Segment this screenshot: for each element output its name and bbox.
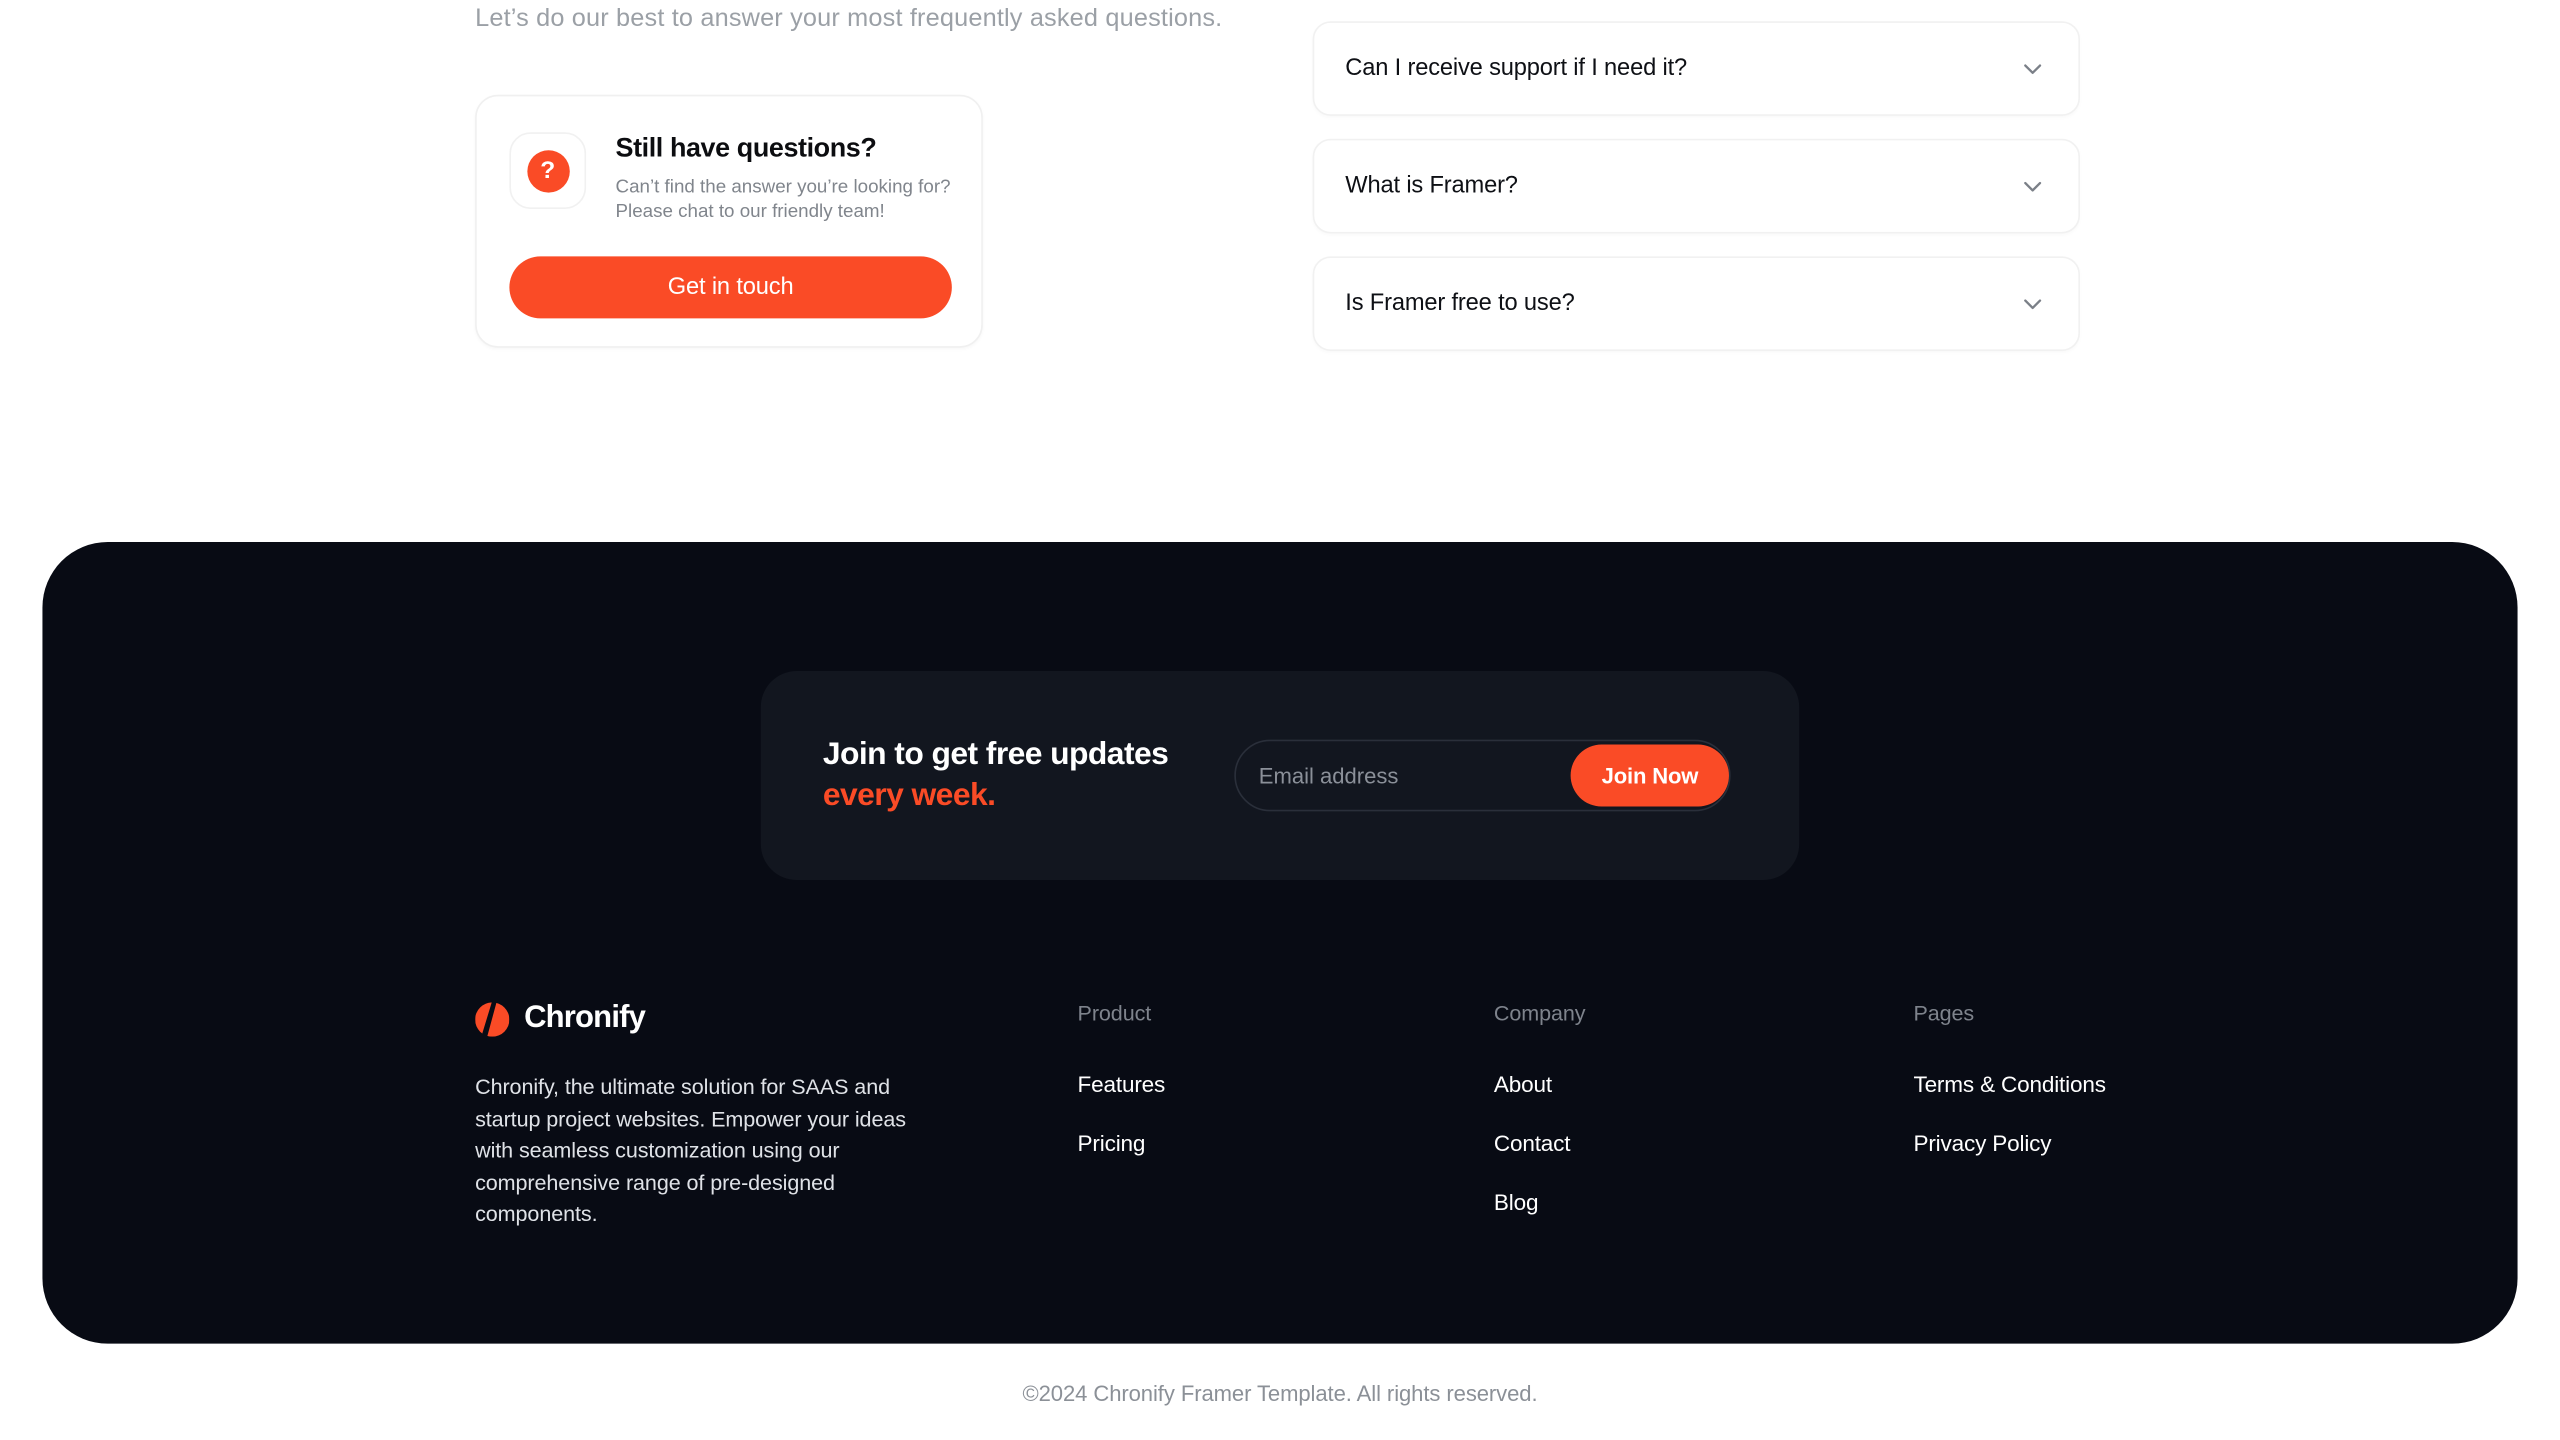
- copyright-text: ©2024 Chronify Framer Template. All righ…: [1022, 1381, 1538, 1406]
- newsletter-title: Join to get free updates every week.: [822, 735, 1169, 817]
- support-card-subtitle-line2: Please chat to our friendly team!: [615, 202, 885, 223]
- support-card-subtitle-line1: Can’t find the answer you’re looking for…: [615, 177, 951, 198]
- footer-column-pages: Pages Terms & Conditions Privacy Policy: [1913, 1000, 2106, 1156]
- faq-accordion: Can I receive support if I need it? What…: [1312, 21, 2080, 374]
- faq-intro-text: Let’s do our best to answer your most fr…: [475, 4, 1223, 33]
- newsletter-card: Join to get free updates every week. Joi…: [760, 671, 1800, 880]
- footer-link-about[interactable]: About: [1494, 1073, 1586, 1097]
- support-card-header: ? Still have questions? Can’t find the a…: [509, 132, 951, 225]
- get-in-touch-button[interactable]: Get in touch: [509, 256, 952, 319]
- newsletter-title-line2: every week.: [822, 777, 996, 814]
- newsletter-title-line1: Join to get free updates: [822, 736, 1169, 773]
- footer-link-contact[interactable]: Contact: [1494, 1131, 1586, 1155]
- footer-brand-description: Chronify, the ultimate solution for SAAS…: [475, 1074, 906, 1227]
- footer-logo-row[interactable]: Chronify: [475, 1001, 908, 1037]
- email-input[interactable]: [1235, 742, 1571, 809]
- join-now-button[interactable]: Join Now: [1570, 744, 1730, 807]
- page-root: Let’s do our best to answer your most fr…: [0, 0, 2560, 1440]
- newsletter-form: Join Now: [1234, 739, 1731, 812]
- still-have-questions-card: ? Still have questions? Can’t find the a…: [475, 94, 983, 348]
- question-icon-frame: ?: [509, 132, 587, 209]
- footer-panel: Join to get free updates every week. Joi…: [42, 542, 2518, 1344]
- chevron-down-icon[interactable]: [2018, 54, 2047, 83]
- footer-link-features[interactable]: Features: [1078, 1073, 1166, 1097]
- footer-link-blog[interactable]: Blog: [1494, 1190, 1586, 1214]
- footer-column-heading: Company: [1493, 1000, 1586, 1026]
- footer-brand-name: Chronify: [524, 1000, 646, 1036]
- faq-item[interactable]: Can I receive support if I need it?: [1312, 21, 2080, 116]
- footer-column-product: Product Features Pricing: [1078, 1001, 1166, 1156]
- faq-question-label: What is Framer?: [1345, 173, 1518, 200]
- faq-question-label: Can I receive support if I need it?: [1345, 55, 1688, 82]
- footer-brand: Chronify Chronify, the ultimate solution…: [475, 1001, 908, 1230]
- support-card-title: Still have questions?: [615, 133, 877, 164]
- faq-item[interactable]: What is Framer?: [1312, 138, 2080, 234]
- faq-item[interactable]: Is Framer free to use?: [1312, 256, 2080, 352]
- footer-column-heading: Product: [1077, 1000, 1152, 1026]
- faq-question-label: Is Framer free to use?: [1345, 290, 1575, 317]
- faq-section: Let’s do our best to answer your most fr…: [0, 0, 2560, 539]
- chronify-logo-icon: [475, 1001, 510, 1036]
- footer-link-terms[interactable]: Terms & Conditions: [1913, 1073, 2106, 1097]
- chevron-down-icon[interactable]: [2018, 289, 2047, 318]
- footer-column-company: Company About Contact Blog: [1494, 1001, 1586, 1215]
- footer-link-privacy[interactable]: Privacy Policy: [1913, 1131, 2105, 1155]
- footer-column-heading: Pages: [1913, 1000, 1975, 1026]
- chevron-down-icon[interactable]: [2018, 171, 2047, 200]
- footer-link-pricing[interactable]: Pricing: [1078, 1131, 1166, 1155]
- support-card-copy: Still have questions? Can’t find the ans…: [616, 132, 951, 225]
- question-mark-icon: ?: [526, 149, 569, 192]
